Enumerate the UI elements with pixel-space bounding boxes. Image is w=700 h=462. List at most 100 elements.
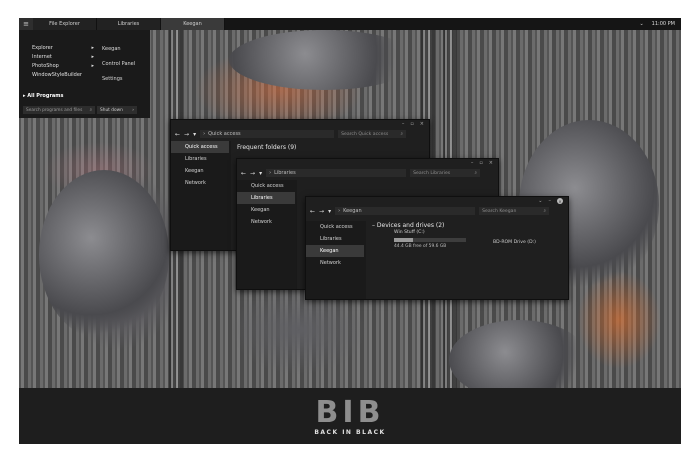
nav-item-quick-access[interactable]: Quick access bbox=[237, 180, 295, 192]
section-title-text: Devices and drives (2) bbox=[376, 222, 445, 229]
shutdown-button[interactable]: Shut down › bbox=[97, 106, 137, 114]
address-text: Libraries bbox=[274, 170, 296, 176]
nav-item-keegan[interactable]: Keegan bbox=[306, 245, 364, 257]
nav-item-network[interactable]: Network bbox=[237, 216, 295, 228]
taskbar-task-label: File Explorer bbox=[49, 21, 80, 27]
drive-usage-bar bbox=[394, 238, 466, 242]
drive-tile-d[interactable]: BD-ROM Drive (D:) bbox=[493, 239, 536, 245]
clock[interactable]: 11:00 PM bbox=[652, 21, 675, 27]
address-text: Keegan bbox=[343, 208, 362, 214]
window-titlebar: ⌄ – × bbox=[306, 197, 568, 205]
window-titlebar: – ▫ × bbox=[237, 159, 498, 167]
start-menu-item-explorer[interactable]: Explorer ▸ bbox=[32, 43, 94, 52]
minimize-icon[interactable]: – bbox=[402, 121, 405, 127]
window-search-input[interactable]: Search Keegan ⌕ bbox=[479, 207, 550, 215]
nav-item-network[interactable]: Network bbox=[171, 177, 229, 189]
drive-name: BD-ROM Drive (D:) bbox=[493, 240, 536, 245]
wallpaper-rock bbox=[229, 30, 419, 90]
close-icon[interactable]: × bbox=[557, 198, 563, 204]
start-menu-item-windowstylebuilder[interactable]: WindowStyleBuilder bbox=[32, 70, 94, 79]
chevron-right-icon: › bbox=[269, 170, 272, 176]
forward-arrow-icon[interactable]: → bbox=[319, 208, 324, 215]
address-bar[interactable]: › Keegan bbox=[335, 207, 476, 215]
nav-item-libraries[interactable]: Libraries bbox=[306, 233, 364, 245]
explorer-window-keegan: ⌄ – × ← → ▾ › Keegan Search Keegan ⌕ Quick… bbox=[305, 196, 569, 300]
window-navbar: ← → ▾ › Keegan Search Keegan ⌕ bbox=[306, 206, 568, 216]
back-arrow-icon[interactable]: ← bbox=[241, 170, 246, 177]
chevron-down-icon[interactable]: ▾ bbox=[328, 208, 331, 215]
start-menu-item-label: Explorer bbox=[32, 44, 53, 51]
search-icon: ⌕ bbox=[474, 171, 478, 176]
forward-arrow-icon[interactable]: → bbox=[250, 170, 255, 177]
search-icon: ⌕ bbox=[400, 132, 404, 137]
start-menu-item-label: PhotoShop bbox=[32, 62, 59, 69]
start-search-input[interactable]: Search programs and files ⌕ bbox=[23, 106, 95, 114]
wallpaper-rock bbox=[39, 170, 169, 340]
maximize-icon[interactable]: ▫ bbox=[410, 121, 413, 127]
nav-item-quick-access[interactable]: Quick access bbox=[306, 221, 364, 233]
chevron-right-icon: › bbox=[203, 131, 206, 137]
wallpaper-rock bbox=[449, 320, 589, 388]
window-search-input[interactable]: Search Quick access ⌕ bbox=[338, 130, 407, 138]
window-search-placeholder: Search Quick access bbox=[341, 131, 389, 137]
chevron-down-icon[interactable]: ⌄ bbox=[639, 21, 643, 27]
minimize-icon[interactable]: ⌄ bbox=[538, 198, 542, 204]
all-programs-button[interactable]: ▸ All Programs bbox=[23, 93, 63, 99]
start-menu-link-control-panel[interactable]: Control Panel bbox=[102, 61, 135, 76]
start-search-placeholder: Search programs and files bbox=[26, 107, 83, 113]
address-bar[interactable]: › Libraries bbox=[266, 169, 407, 177]
section-title: Frequent folders (9) bbox=[237, 144, 297, 151]
search-icon: ⌕ bbox=[543, 209, 547, 214]
window-titlebar: – ▫ × bbox=[171, 120, 429, 128]
navigation-pane: Quick access Libraries Keegan Network bbox=[306, 221, 366, 299]
window-navbar: ← → ▾ › Libraries Search Libraries ⌕ bbox=[237, 168, 498, 178]
start-button[interactable]: ≡ bbox=[19, 18, 33, 30]
nav-item-keegan[interactable]: Keegan bbox=[171, 165, 229, 177]
drive-free-text: 44.4 GB free of 59.6 GB bbox=[394, 244, 447, 249]
taskbar-task-label: Libraries bbox=[117, 21, 140, 27]
start-menu-item-internet[interactable]: Internet ▸ bbox=[32, 52, 94, 61]
taskbar-task-keegan[interactable]: Keegan bbox=[161, 18, 225, 30]
brand-logo-title: BIB bbox=[315, 395, 385, 430]
shutdown-label: Shut down bbox=[100, 107, 123, 113]
start-menu-link-keegan[interactable]: Keegan bbox=[102, 46, 135, 61]
chevron-right-icon: ▸ bbox=[91, 62, 94, 69]
drive-usage-fill bbox=[394, 238, 413, 242]
forward-arrow-icon[interactable]: → bbox=[184, 131, 189, 138]
close-icon[interactable]: × bbox=[420, 121, 424, 127]
start-menu: Explorer ▸ Internet ▸ PhotoShop ▸ WindowSty… bbox=[19, 30, 150, 118]
start-menu-link-settings[interactable]: Settings bbox=[102, 76, 135, 91]
nav-item-network[interactable]: Network bbox=[306, 257, 364, 269]
minimize-icon[interactable]: – bbox=[471, 160, 474, 166]
taskbar-task-libraries[interactable]: Libraries bbox=[97, 18, 161, 30]
all-programs-label: All Programs bbox=[27, 93, 64, 99]
brand-subtitle: BACK IN BLACK bbox=[314, 429, 386, 436]
back-arrow-icon[interactable]: ← bbox=[310, 208, 315, 215]
chevron-right-icon: › bbox=[338, 208, 341, 214]
taskbar: ≡ File Explorer Libraries Keegan ⌄ 11:00… bbox=[19, 18, 681, 30]
desktop-frame: ≡ File Explorer Libraries Keegan ⌄ 11:00… bbox=[19, 18, 681, 444]
nav-item-keegan[interactable]: Keegan bbox=[237, 204, 295, 216]
start-menu-item-photoshop[interactable]: PhotoShop ▸ bbox=[32, 61, 94, 70]
close-icon[interactable]: × bbox=[489, 160, 493, 166]
navigation-pane: Quick access Libraries Keegan Network bbox=[171, 141, 231, 250]
chevron-down-icon[interactable]: ▾ bbox=[259, 170, 262, 177]
start-menu-item-label: Internet bbox=[32, 53, 52, 60]
navigation-pane: Quick access Libraries Keegan Network bbox=[237, 180, 297, 289]
drive-name: Win Stuff (C:) bbox=[394, 230, 425, 235]
back-arrow-icon[interactable]: ← bbox=[175, 131, 180, 138]
window-navbar: ← → ▾ › Quick access Search Quick access ⌕ bbox=[171, 129, 429, 139]
taskbar-task-file-explorer[interactable]: File Explorer bbox=[33, 18, 97, 30]
nav-item-quick-access[interactable]: Quick access bbox=[171, 141, 229, 153]
nav-item-libraries[interactable]: Libraries bbox=[237, 192, 295, 204]
chevron-right-icon: ▸ bbox=[91, 53, 94, 60]
address-bar[interactable]: › Quick access bbox=[200, 130, 335, 138]
nav-item-libraries[interactable]: Libraries bbox=[171, 153, 229, 165]
address-text: Quick access bbox=[208, 131, 241, 137]
maximize-icon[interactable]: – bbox=[549, 198, 552, 204]
branding-banner: BIB BACK IN BLACK bbox=[19, 388, 681, 444]
chevron-down-icon[interactable]: ▾ bbox=[193, 131, 196, 138]
drive-tile-c[interactable]: Win Stuff (C:) 44.4 GB free of 59.6 GB bbox=[394, 230, 474, 249]
maximize-icon[interactable]: ▫ bbox=[479, 160, 482, 166]
window-search-input[interactable]: Search Libraries ⌕ bbox=[410, 169, 481, 177]
